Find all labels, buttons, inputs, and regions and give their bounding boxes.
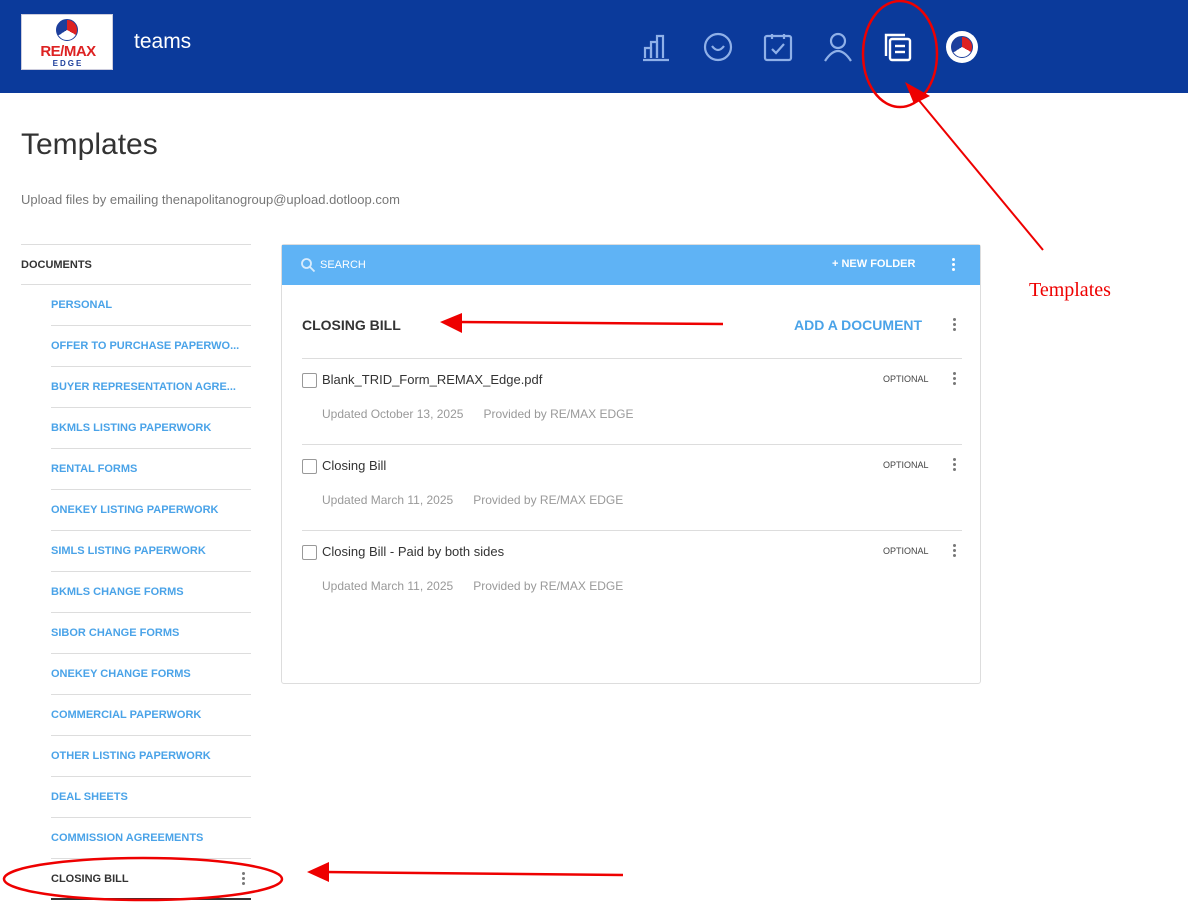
document-updated: Updated March 11, 2025	[322, 579, 454, 593]
closing-bill-arrowhead	[307, 862, 329, 882]
sidebar-item-label: PERSONAL	[51, 299, 113, 311]
document-name[interactable]: Closing Bill	[322, 458, 386, 473]
optional-badge: OPTIONAL	[883, 374, 929, 384]
folder-name: CLOSING BILL	[302, 317, 401, 333]
document-row[interactable]: Closing Bill Updated March 11, 2025 Provi…	[302, 444, 962, 530]
upload-note: Upload files by emailing thenapolitanogr…	[21, 192, 400, 207]
logo-text: RE/MAX	[40, 43, 96, 60]
document-row[interactable]: Closing Bill - Paid by both sides Update…	[302, 530, 962, 616]
optional-badge: OPTIONAL	[883, 460, 929, 470]
add-document-button[interactable]: ADD A DOCUMENT	[794, 317, 922, 333]
document-more-options-icon[interactable]	[948, 544, 960, 557]
document-meta: Updated March 11, 2025 Provided by RE/MAX…	[322, 493, 623, 507]
sidebar-item-rental-forms[interactable]: RENTAL FORMS	[51, 449, 251, 490]
checklist-icon[interactable]	[762, 31, 794, 63]
templates-arrow	[911, 91, 1044, 251]
search-placeholder: SEARCH	[320, 259, 366, 271]
sidebar-item-onekey-change[interactable]: ONEKEY CHANGE FORMS	[51, 654, 251, 695]
search-icon	[301, 258, 316, 273]
profile-avatar[interactable]	[946, 31, 978, 63]
templates-icon[interactable]	[882, 31, 914, 63]
sidebar-item-label: SIBOR CHANGE FORMS	[51, 627, 180, 639]
remax-logo[interactable]: RE/MAX EDGE	[21, 14, 113, 70]
sidebar-item-label: ONEKEY CHANGE FORMS	[51, 668, 191, 680]
sidebar-item-label: CLOSING BILL	[51, 872, 129, 885]
document-name[interactable]: Closing Bill - Paid by both sides	[322, 544, 504, 559]
document-row[interactable]: Blank_TRID_Form_REMAX_Edge.pdf Updated O…	[302, 358, 962, 444]
sidebar-item-buyer-representation[interactable]: BUYER REPRESENTATION AGRE...	[51, 367, 251, 408]
sidebar-item-simls-listing[interactable]: SIMLS LISTING PAPERWORK	[51, 531, 251, 572]
sidebar-item-sibor-change[interactable]: SIBOR CHANGE FORMS	[51, 613, 251, 654]
app-title: teams	[134, 30, 192, 53]
document-more-options-icon[interactable]	[948, 458, 960, 471]
sidebar-item-commercial[interactable]: COMMERCIAL PAPERWORK	[51, 695, 251, 736]
document-provider: Provided by RE/MAX EDGE	[483, 407, 634, 421]
document-meta: Updated March 11, 2025 Provided by RE/MAX…	[322, 579, 623, 593]
annotation-label: Templates	[1029, 279, 1111, 301]
folder-sidebar: DOCUMENTS PERSONAL OFFER TO PURCHASE PAP…	[21, 244, 251, 900]
document-more-options-icon[interactable]	[948, 372, 960, 385]
sidebar-item-label: DEAL SHEETS	[51, 791, 128, 803]
search-input[interactable]: SEARCH	[300, 257, 366, 273]
sidebar-item-personal[interactable]: PERSONAL	[51, 285, 251, 326]
sidebar-item-other-listing[interactable]: OTHER LISTING PAPERWORK	[51, 736, 251, 777]
document-meta: Updated October 13, 2025 Provided by RE/M…	[322, 407, 634, 421]
document-checkbox[interactable]	[302, 373, 317, 388]
sidebar-item-label: SIMLS LISTING PAPERWORK	[51, 545, 206, 557]
sidebar-item-label: OTHER LISTING PAPERWORK	[51, 750, 211, 762]
sidebar-item-label: COMMISSION AGREEMENTS	[51, 832, 204, 844]
sidebar-item-closing-bill[interactable]: CLOSING BILL	[51, 859, 251, 900]
document-updated: Updated March 11, 2025	[322, 493, 454, 507]
new-folder-button[interactable]: + NEW FOLDER	[832, 258, 915, 270]
sidebar-item-bkmls-change[interactable]: BKMLS CHANGE FORMS	[51, 572, 251, 613]
smiley-icon[interactable]	[702, 31, 734, 63]
sidebar-item-label: OFFER TO PURCHASE PAPERWO...	[51, 340, 240, 352]
document-checkbox[interactable]	[302, 459, 317, 474]
sidebar-item-label: COMMERCIAL PAPERWORK	[51, 709, 202, 721]
logo-subtext: EDGE	[52, 59, 84, 68]
sidebar-item-commission-agreements[interactable]: COMMISSION AGREEMENTS	[51, 818, 251, 859]
sidebar-item-label: BKMLS CHANGE FORMS	[51, 586, 184, 598]
document-provider: Provided by RE/MAX EDGE	[473, 579, 624, 593]
document-name[interactable]: Blank_TRID_Form_REMAX_Edge.pdf	[322, 372, 542, 387]
sidebar-item-offer-to-purchase[interactable]: OFFER TO PURCHASE PAPERWO...	[51, 326, 251, 367]
sidebar-item-deal-sheets[interactable]: DEAL SHEETS	[51, 777, 251, 818]
balloon-icon	[56, 19, 78, 41]
top-navigation-bar: RE/MAX EDGE teams	[0, 0, 1188, 93]
sidebar-item-label: BKMLS LISTING PAPERWORK	[51, 422, 212, 434]
sidebar-item-label: ONEKEY LISTING PAPERWORK	[51, 504, 219, 516]
page-title: Templates	[21, 128, 158, 161]
sidebar-item-onekey-listing[interactable]: ONEKEY LISTING PAPERWORK	[51, 490, 251, 531]
closing-bill-arrow	[324, 870, 624, 877]
person-icon[interactable]	[822, 31, 854, 63]
document-provider: Provided by RE/MAX EDGE	[473, 493, 624, 507]
bar-chart-icon[interactable]	[640, 31, 672, 63]
toolbar-more-options-icon[interactable]	[947, 258, 959, 271]
sidebar-item-label: RENTAL FORMS	[51, 463, 138, 475]
sidebar-item-bkmls-listing[interactable]: BKMLS LISTING PAPERWORK	[51, 408, 251, 449]
balloon-icon	[951, 36, 973, 58]
folder-more-options-icon[interactable]	[948, 318, 960, 331]
folder-panel: SEARCH + NEW FOLDER CLOSING BILL ADD A D…	[281, 244, 981, 684]
sidebar-item-label: BUYER REPRESENTATION AGRE...	[51, 381, 236, 393]
document-checkbox[interactable]	[302, 545, 317, 560]
more-options-icon[interactable]	[237, 872, 249, 885]
panel-toolbar: SEARCH + NEW FOLDER	[282, 245, 980, 285]
sidebar-heading: DOCUMENTS	[21, 244, 251, 285]
optional-badge: OPTIONAL	[883, 546, 929, 556]
document-updated: Updated October 13, 2025	[322, 407, 464, 421]
